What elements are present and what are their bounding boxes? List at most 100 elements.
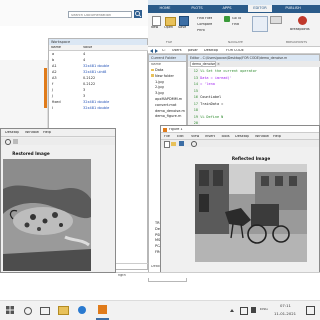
code-line: 15 bbox=[193, 88, 198, 93]
editor-toolstrip: New Open Save Find Files Compare Print G… bbox=[148, 13, 320, 47]
menu-file[interactable]: File bbox=[164, 135, 170, 139]
new-figure-icon[interactable] bbox=[164, 141, 170, 148]
volume-icon[interactable] bbox=[251, 307, 256, 313]
table-row[interactable]: fixed 32x481 double bbox=[49, 100, 148, 106]
menu-edit[interactable]: Edit bbox=[177, 135, 184, 139]
reflected-image bbox=[195, 164, 307, 262]
forward-arrow-icon[interactable] bbox=[155, 48, 158, 53]
editor-tab[interactable]: demo_denoise.m bbox=[190, 61, 216, 67]
current-folder-list: Data New folder 1.jpg 2.jpg 3.jpg apxMAP… bbox=[149, 68, 187, 128]
folder-icon bbox=[151, 68, 154, 71]
zoom-icon[interactable] bbox=[191, 141, 197, 147]
compare-item[interactable]: Compare bbox=[197, 23, 212, 26]
chevron-up-icon[interactable] bbox=[230, 309, 234, 312]
menu-help[interactable]: Help bbox=[273, 135, 281, 139]
language-indicator[interactable]: ENG bbox=[260, 308, 268, 312]
workspace-column-headers: Name Value bbox=[49, 45, 148, 51]
tab-apps[interactable]: APPS bbox=[216, 5, 238, 12]
new-file-icon[interactable] bbox=[152, 16, 161, 26]
breakpoints-icon[interactable] bbox=[298, 16, 307, 25]
zoom-icon[interactable] bbox=[5, 139, 11, 145]
figure-menu-bar: Desktop Window Help bbox=[1, 129, 115, 137]
editor-code[interactable]: 12 %% Set the current operator 13 Data =… bbox=[188, 69, 320, 133]
tab-publish[interactable]: PUBLISH bbox=[280, 5, 306, 12]
address-bar[interactable]: C: Users pavan Desktop FOR CODE bbox=[148, 47, 320, 54]
save-figure-icon[interactable] bbox=[179, 141, 184, 146]
breadcrumb-pavan[interactable]: pavan bbox=[188, 49, 198, 52]
figure-window-reflected: Figure 1 File Edit View Insert Tools Des… bbox=[160, 125, 320, 273]
list-item[interactable]: demo_figure.m bbox=[149, 114, 187, 120]
workspace-column-name[interactable]: Name bbox=[51, 46, 61, 49]
breadcrumb-for-code[interactable]: FOR CODE bbox=[226, 49, 244, 52]
menu-window[interactable]: Window bbox=[25, 131, 39, 135]
table-row[interactable]: I 32x481 double bbox=[49, 106, 148, 112]
edge-icon[interactable] bbox=[78, 306, 86, 314]
table-row[interactable]: A2 32x481 uint8 bbox=[49, 70, 148, 76]
find-files-item[interactable]: Find Files bbox=[197, 17, 212, 20]
tab-editor[interactable]: EDITOR bbox=[248, 5, 272, 12]
breadcrumb-drive[interactable]: C: bbox=[162, 49, 166, 52]
notification-icon[interactable] bbox=[306, 306, 315, 315]
go-to-icon[interactable] bbox=[224, 16, 230, 22]
file-explorer-icon[interactable] bbox=[58, 306, 69, 315]
menu-view[interactable]: View bbox=[191, 135, 199, 139]
breadcrumb-users[interactable]: Users bbox=[172, 49, 182, 52]
menu-desktop[interactable]: Desktop bbox=[5, 131, 19, 135]
workspace-column-value[interactable]: Value bbox=[83, 46, 92, 49]
clock-date[interactable]: 11-01-2021 bbox=[274, 312, 296, 316]
code-line: 19 %% Define N bbox=[193, 114, 224, 119]
go-to-item[interactable]: Go To bbox=[232, 17, 241, 20]
tab-home[interactable]: HOME bbox=[154, 5, 176, 12]
workspace-table: a4 b4 A1 32x481 double A2 32x481 uint8 A3 0… bbox=[49, 52, 148, 118]
find-item[interactable]: Find bbox=[232, 23, 239, 26]
save-button[interactable]: Save bbox=[178, 26, 186, 29]
new-button[interactable]: New bbox=[151, 26, 158, 29]
search-icon[interactable] bbox=[134, 10, 142, 18]
close-tab-icon[interactable]: × bbox=[217, 62, 220, 66]
group-label-file: FILE bbox=[166, 41, 173, 44]
reflected-image-title: Reflected Image bbox=[231, 156, 271, 161]
figure-toolbar bbox=[161, 140, 319, 148]
menu-window[interactable]: Window bbox=[255, 135, 269, 139]
back-arrow-icon[interactable] bbox=[150, 48, 153, 53]
table-row[interactable]: J3 bbox=[49, 88, 148, 94]
matlab-ribbon-tabs: HOME PLOTS APPS EDITOR PUBLISH bbox=[148, 5, 320, 13]
search-taskbar-icon[interactable] bbox=[24, 307, 32, 315]
pan-icon[interactable] bbox=[13, 139, 18, 144]
current-folder-column-name[interactable]: Name bbox=[151, 63, 161, 66]
group-label-navigate: NAVIGATE bbox=[228, 41, 243, 44]
start-icon[interactable] bbox=[6, 306, 14, 314]
folder-icon bbox=[151, 74, 154, 77]
matlab-taskbar-icon[interactable] bbox=[98, 305, 107, 314]
code-line: 14 = 'lena bbox=[193, 82, 215, 86]
search-input[interactable]: Search Documentation bbox=[71, 14, 111, 18]
search-box[interactable]: Search Documentation bbox=[68, 11, 132, 18]
insert-icon[interactable] bbox=[252, 16, 268, 32]
command-window-strip: ngth bbox=[116, 272, 320, 278]
open-button[interactable]: Open bbox=[164, 26, 173, 29]
save-icon[interactable] bbox=[179, 16, 189, 26]
table-row[interactable]: A3 0.2122 bbox=[49, 76, 148, 82]
clock-time[interactable]: 07:11 bbox=[280, 304, 291, 308]
tab-plots[interactable]: PLOTS bbox=[186, 5, 208, 12]
menu-insert[interactable]: Insert bbox=[205, 135, 215, 139]
code-line: 18 bbox=[193, 108, 198, 112]
restored-image-title: Restored Image bbox=[12, 151, 50, 156]
breakpoints-button[interactable]: Breakpoints bbox=[290, 28, 310, 31]
table-row[interactable]: A1 32x481 double bbox=[49, 64, 148, 70]
print-item[interactable]: Print bbox=[197, 29, 205, 32]
breadcrumb-desktop[interactable]: Desktop bbox=[204, 49, 218, 52]
menu-desktop[interactable]: Desktop bbox=[235, 135, 249, 139]
current-folder-title: Current Folder bbox=[149, 55, 186, 62]
table-row[interactable]: J3 bbox=[49, 94, 148, 100]
network-icon[interactable] bbox=[240, 307, 248, 315]
comment-icon[interactable] bbox=[270, 16, 282, 24]
table-row[interactable]: a4 bbox=[49, 52, 148, 58]
open-icon[interactable] bbox=[171, 141, 176, 146]
table-row[interactable]: f 0.2122 bbox=[49, 82, 148, 88]
table-row[interactable]: b4 bbox=[49, 58, 148, 64]
menu-tools[interactable]: Tools bbox=[221, 135, 230, 139]
task-view-icon[interactable] bbox=[40, 307, 50, 315]
menu-help[interactable]: Help bbox=[43, 131, 51, 135]
open-folder-icon[interactable] bbox=[165, 17, 176, 26]
